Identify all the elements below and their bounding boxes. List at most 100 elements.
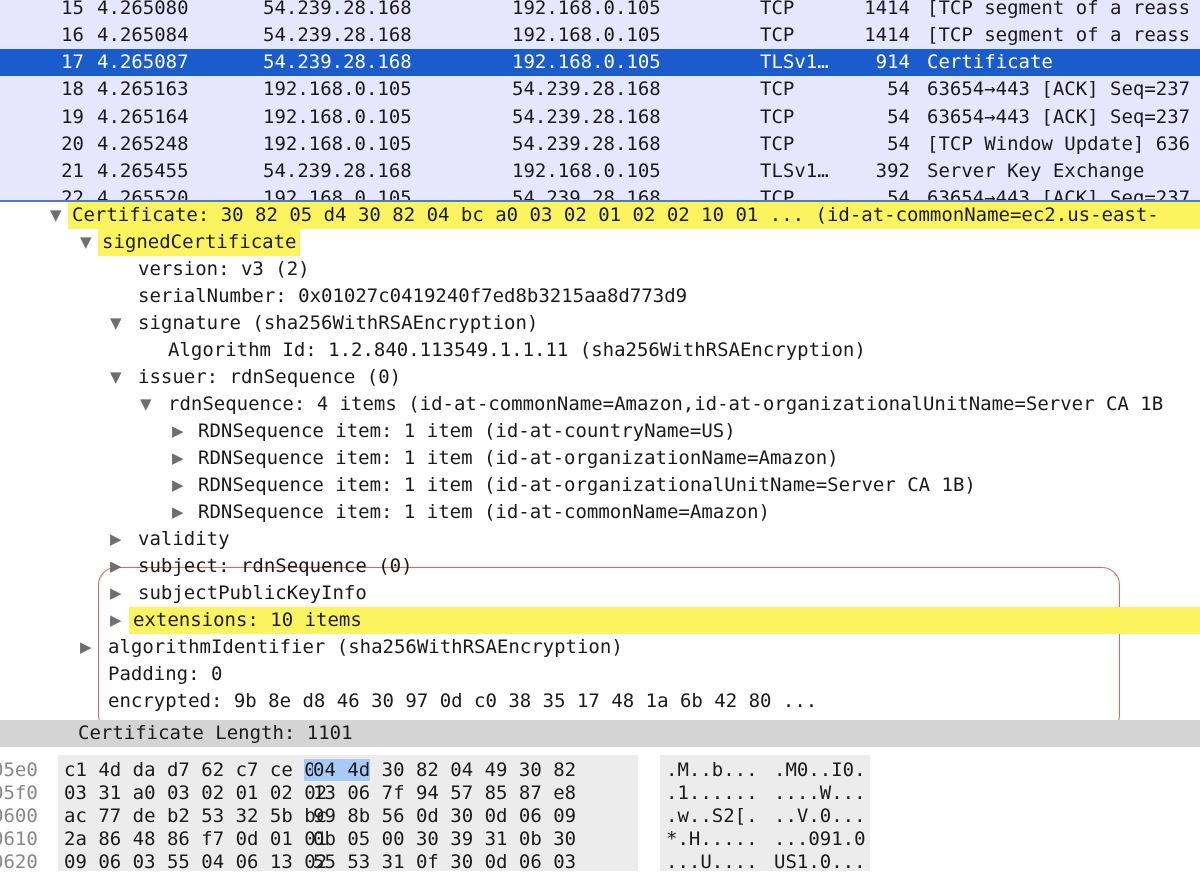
hex-bytes-second[interactable]: 0b 05 00 30 39 31 0b 30 <box>313 828 576 851</box>
tree-label: subject: rdnSequence (0) <box>138 555 413 577</box>
packet-row[interactable]: 19 4.265164 192.168.0.105 54.239.28.168 TCP 5… <box>0 104 1200 131</box>
triangle-down-icon[interactable]: ▼ <box>110 310 122 337</box>
hex-bytes-first[interactable]: ac 77 de b2 53 32 5b bc <box>64 805 327 828</box>
packet-protocol: TCP <box>760 24 795 46</box>
tree-label: validity <box>138 528 230 550</box>
packet-destination: 192.168.0.105 <box>512 160 661 182</box>
packet-row[interactable]: 15 4.265080 54.239.28.168 192.168.0.105 TCP 1… <box>0 0 1200 22</box>
hex-bytes-plain: c1 4d da d7 62 c7 ce <box>64 759 305 781</box>
packet-source: 54.239.28.168 <box>263 160 412 182</box>
packet-time: 4.265520 <box>97 187 189 200</box>
packet-detail-tree[interactable]: ▼ Certificate: 30 82 05 d4 30 82 04 bc a0… <box>0 202 1200 720</box>
tree-row[interactable]: ▶ RDNSequence item: 1 item (id-at-organiz… <box>0 472 1200 499</box>
tree-row[interactable]: ▶ subjectPublicKeyInfo <box>0 580 1200 607</box>
tree-row[interactable]: ▼ signature (sha256WithRSAEncryption) <box>0 310 1200 337</box>
packet-list[interactable]: 15 4.265080 54.239.28.168 192.168.0.105 TCP 1… <box>0 0 1200 200</box>
triangle-right-icon[interactable]: ▶ <box>110 553 122 580</box>
hex-dump-pane[interactable]: 05e0 c1 4d da d7 62 c7 ce 00 04 4d 30 82 … <box>0 747 1200 885</box>
hex-bytes-second[interactable]: 55 53 31 0f 30 0d 06 03 <box>313 851 576 874</box>
hex-bytes-first[interactable]: c1 4d da d7 62 c7 ce 00 <box>64 759 350 782</box>
packet-info: 63654→443 [ACK] Seq=237 <box>927 187 1191 200</box>
packet-number: 17 <box>61 51 84 73</box>
hex-row[interactable]: 0600 ac 77 de b2 53 32 5b bc99 8b 56 0d 3… <box>0 805 1200 828</box>
triangle-right-icon[interactable]: ▶ <box>110 607 122 634</box>
tree-row[interactable]: ▶ RDNSequence item: 1 item (id-at-country… <box>0 418 1200 445</box>
packet-source: 192.168.0.105 <box>263 78 412 100</box>
hex-ascii-second[interactable]: ....W... <box>774 782 866 805</box>
tree-label: Certificate: 30 82 05 d4 30 82 04 bc a0 … <box>68 202 1200 229</box>
triangle-right-icon[interactable]: ▶ <box>172 472 184 499</box>
hex-offset: 05f0 <box>0 782 38 804</box>
packet-protocol: TCP <box>760 133 795 155</box>
hex-ascii-second[interactable]: ..V.0... <box>774 805 866 828</box>
triangle-down-icon[interactable]: ▼ <box>140 391 152 418</box>
hex-ascii-second[interactable]: .M0..I0. <box>774 759 866 782</box>
packet-number: 15 <box>61 0 84 19</box>
tree-row[interactable]: ▶ algorithmIdentifier (sha256WithRSAEncry… <box>0 634 1200 661</box>
triangle-right-icon[interactable]: ▶ <box>110 526 122 553</box>
tree-row[interactable]: version: v3 (2) <box>0 256 1200 283</box>
tree-label: RDNSequence item: 1 item (id-at-organiza… <box>198 474 976 496</box>
hex-ascii-second[interactable]: US1.0... <box>774 851 866 874</box>
tree-row[interactable]: Padding: 0 <box>0 661 1200 688</box>
triangle-right-icon[interactable]: ▶ <box>80 634 92 661</box>
tree-row[interactable]: ▼ signedCertificate <box>0 229 1200 256</box>
tree-row[interactable]: Algorithm Id: 1.2.840.113549.1.1.11 (sha… <box>0 337 1200 364</box>
tree-row[interactable]: ▶ RDNSequence item: 1 item (id-at-commonN… <box>0 499 1200 526</box>
triangle-right-icon[interactable]: ▶ <box>172 445 184 472</box>
packet-length: 1414 <box>864 0 910 19</box>
packet-destination: 54.239.28.168 <box>512 78 661 100</box>
hex-bytes-second[interactable]: 99 8b 56 0d 30 0d 06 09 <box>313 805 576 828</box>
hex-ascii-first[interactable]: *.H..... <box>666 828 758 851</box>
packet-row[interactable]: 20 4.265248 192.168.0.105 54.239.28.168 TCP 5… <box>0 131 1200 158</box>
tree-row[interactable]: serialNumber: 0x01027c0419240f7ed8b3215a… <box>0 283 1200 310</box>
packet-protocol: TLSv1… <box>760 51 829 73</box>
tree-label: RDNSequence item: 1 item (id-at-organiza… <box>198 447 839 469</box>
tree-row[interactable]: ▶ subject: rdnSequence (0) <box>0 553 1200 580</box>
packet-row[interactable]: 18 4.265163 192.168.0.105 54.239.28.168 TCP 5… <box>0 76 1200 103</box>
tree-label: subjectPublicKeyInfo <box>138 582 367 604</box>
triangle-right-icon[interactable]: ▶ <box>110 580 122 607</box>
tree-row[interactable]: ▶ extensions: 10 items <box>0 607 1200 634</box>
hex-ascii-first[interactable]: .1...... <box>666 782 758 805</box>
triangle-down-icon[interactable]: ▼ <box>50 202 62 229</box>
hex-row[interactable]: 05e0 c1 4d da d7 62 c7 ce 00 04 4d 30 82 … <box>0 759 1200 782</box>
packet-time: 4.265084 <box>97 24 189 46</box>
tree-label: Padding: 0 <box>108 663 223 685</box>
packet-protocol: TCP <box>760 187 795 200</box>
packet-info: Server Key Exchange <box>927 160 1145 182</box>
hex-bytes-first[interactable]: 09 06 03 55 04 06 13 02 <box>64 851 327 874</box>
triangle-down-icon[interactable]: ▼ <box>80 229 92 256</box>
packet-row[interactable]: 16 4.265084 54.239.28.168 192.168.0.105 TCP 1… <box>0 22 1200 49</box>
triangle-right-icon[interactable]: ▶ <box>172 418 184 445</box>
packet-row[interactable]: 17 4.265087 54.239.28.168 192.168.0.105 TLSv… <box>0 49 1200 76</box>
packet-number: 21 <box>61 160 84 182</box>
packet-length: 54 <box>887 133 910 155</box>
hex-row[interactable]: 0620 09 06 03 55 04 06 13 0255 53 31 0f 3… <box>0 851 1200 874</box>
triangle-right-icon[interactable]: ▶ <box>172 499 184 526</box>
hex-bytes-first[interactable]: 2a 86 48 86 f7 0d 01 01 <box>64 828 327 851</box>
tree-row[interactable]: encrypted: 9b 8e d8 46 30 97 0d c0 38 35… <box>0 688 1200 715</box>
tree-row[interactable]: ▼ rdnSequence: 4 items (id-at-commonName=… <box>0 391 1200 418</box>
hex-ascii-first[interactable]: ...U.... <box>666 851 758 874</box>
hex-ascii-first[interactable]: .M..b... <box>666 759 758 782</box>
hex-ascii-second[interactable]: ...091.0 <box>774 828 866 851</box>
hex-selection: 04 4d <box>313 759 371 781</box>
packet-row[interactable]: 22 4.265520 192.168.0.105 54.239.28.168 TCP 5… <box>0 185 1200 200</box>
tree-row[interactable]: ▶ RDNSequence item: 1 item (id-at-organiz… <box>0 445 1200 472</box>
hex-bytes-second[interactable]: 04 4d 30 82 04 49 30 82 <box>313 759 576 782</box>
packet-time: 4.265080 <box>97 0 189 19</box>
packet-row[interactable]: 21 4.265455 54.239.28.168 192.168.0.105 TLSv… <box>0 158 1200 185</box>
packet-destination: 192.168.0.105 <box>512 51 661 73</box>
packet-length: 914 <box>875 51 910 73</box>
tree-row[interactable]: ▼ Certificate: 30 82 05 d4 30 82 04 bc a0… <box>0 202 1200 229</box>
tree-row[interactable]: ▶ validity <box>0 526 1200 553</box>
hex-ascii-first[interactable]: .w..S2[. <box>666 805 758 828</box>
hex-row[interactable]: 05f0 03 31 a0 03 02 01 02 0213 06 7f 94 5… <box>0 782 1200 805</box>
hex-row[interactable]: 0610 2a 86 48 86 f7 0d 01 010b 05 00 30 3… <box>0 828 1200 851</box>
tree-row[interactable]: ▼ issuer: rdnSequence (0) <box>0 364 1200 391</box>
triangle-down-icon[interactable]: ▼ <box>110 364 122 391</box>
hex-bytes-second[interactable]: 13 06 7f 94 57 85 87 e8 <box>313 782 576 805</box>
hex-bytes-first[interactable]: 03 31 a0 03 02 01 02 02 <box>64 782 327 805</box>
certificate-length-row[interactable]: Certificate Length: 1101 <box>0 720 1200 747</box>
